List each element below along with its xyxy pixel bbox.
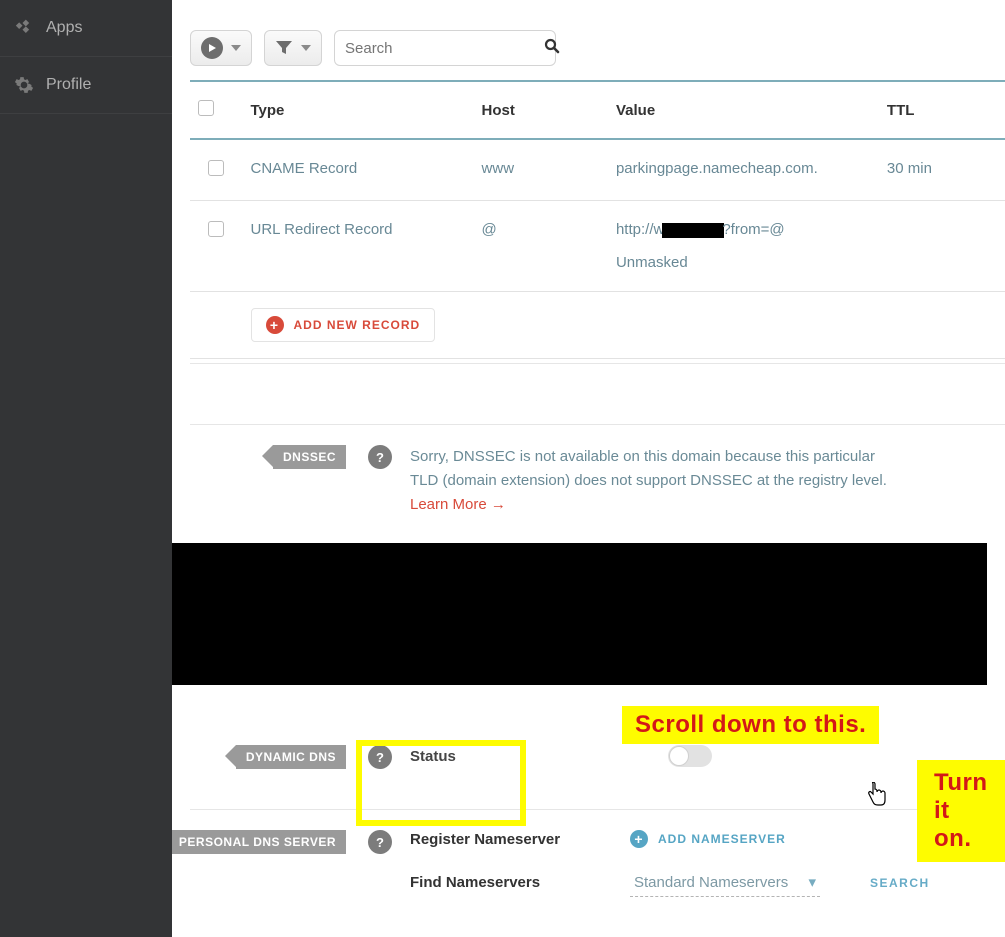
play-dropdown-button[interactable]: [190, 30, 252, 66]
learn-more-link[interactable]: Learn More →: [410, 496, 506, 513]
search-input[interactable]: [345, 40, 544, 57]
col-header-ttl[interactable]: TTL: [879, 81, 1005, 139]
cell-ttl[interactable]: 30 min: [879, 139, 1005, 201]
play-icon: [201, 37, 223, 59]
value-text: ?from=@: [722, 221, 784, 238]
cell-host[interactable]: @: [474, 201, 608, 292]
status-toggle[interactable]: [668, 745, 712, 767]
sidebar-item-label: Profile: [46, 76, 91, 94]
apps-icon: [14, 18, 34, 38]
dnssec-section: DNSSEC ? Sorry, DNSSEC is not available …: [190, 424, 1005, 527]
select-value: Standard Nameservers: [634, 874, 788, 891]
nameserver-select[interactable]: Standard Nameservers ▾: [630, 868, 820, 897]
dynamic-dns-section: DYNAMIC DNS ? Status: [190, 725, 1005, 779]
col-header-host[interactable]: Host: [474, 81, 608, 139]
sidebar: Apps Profile: [0, 0, 172, 937]
add-nameserver-label: ADD NAMESERVER: [658, 832, 786, 846]
dynamic-dns-tag: DYNAMIC DNS: [236, 745, 346, 769]
help-icon[interactable]: ?: [368, 830, 392, 854]
toggle-knob: [669, 746, 689, 766]
table-row: URL Redirect Record @ http://w ?from=@ Un…: [190, 201, 1005, 292]
table-row: CNAME Record www parkingpage.namecheap.c…: [190, 139, 1005, 201]
plus-icon: +: [266, 316, 284, 334]
col-header-type[interactable]: Type: [243, 81, 474, 139]
filter-dropdown-button[interactable]: [264, 30, 322, 66]
personal-dns-tag: PERSONAL DNS SERVER: [172, 830, 346, 854]
dnssec-text-body: Sorry, DNSSEC is not available on this d…: [410, 448, 887, 489]
annotation-turn-on: Turn it on.: [917, 760, 1005, 862]
cell-host[interactable]: www: [474, 139, 608, 201]
main-content: Type Host Value TTL CNAME Record www par…: [172, 0, 1005, 937]
personal-dns-section: PERSONAL DNS SERVER ? Register Nameserve…: [190, 809, 1005, 907]
col-header-value[interactable]: Value: [608, 81, 879, 139]
cell-type[interactable]: CNAME Record: [243, 139, 474, 201]
redacted-block: [662, 223, 724, 238]
find-nameservers-label: Find Nameservers: [410, 874, 610, 891]
search-icon[interactable]: [544, 38, 560, 59]
add-label: ADD NEW RECORD: [294, 318, 421, 332]
search-box[interactable]: [334, 30, 556, 66]
chevron-down-icon: ▾: [808, 873, 816, 891]
search-nameservers-button[interactable]: SEARCH: [870, 876, 930, 890]
cell-type[interactable]: URL Redirect Record: [243, 201, 474, 292]
plus-icon: +: [630, 830, 648, 848]
dns-records-table: Type Host Value TTL CNAME Record www par…: [190, 80, 1005, 359]
gear-icon: [14, 75, 34, 95]
value-text: http://w: [616, 221, 664, 238]
chevron-down-icon: [231, 45, 241, 51]
row-checkbox[interactable]: [208, 160, 224, 176]
select-all-checkbox[interactable]: [198, 100, 214, 116]
cell-ttl[interactable]: [879, 201, 1005, 292]
help-icon[interactable]: ?: [368, 445, 392, 469]
sidebar-item-profile[interactable]: Profile: [0, 57, 172, 114]
add-nameserver-button[interactable]: + ADD NAMESERVER: [630, 830, 786, 848]
chevron-down-icon: [301, 45, 311, 51]
dnssec-tag: DNSSEC: [273, 445, 346, 469]
redacted-band: [172, 543, 987, 685]
cell-value[interactable]: http://w ?from=@ Unmasked: [608, 201, 879, 292]
add-row: + ADD NEW RECORD: [190, 292, 1005, 359]
annotation-scroll: Scroll down to this.: [622, 706, 879, 744]
row-checkbox[interactable]: [208, 221, 224, 237]
add-new-record-button[interactable]: + ADD NEW RECORD: [251, 308, 436, 342]
register-nameserver-label: Register Nameserver: [410, 831, 610, 848]
sidebar-item-apps[interactable]: Apps: [0, 0, 172, 57]
value-line2: Unmasked: [616, 254, 871, 271]
sidebar-item-label: Apps: [46, 19, 82, 37]
dnssec-message: Sorry, DNSSEC is not available on this d…: [410, 445, 890, 517]
annotation-highlight-box: [356, 740, 526, 826]
cell-value[interactable]: parkingpage.namecheap.com.: [608, 139, 879, 201]
records-toolbar: [190, 0, 1005, 80]
filter-icon: [275, 40, 293, 56]
